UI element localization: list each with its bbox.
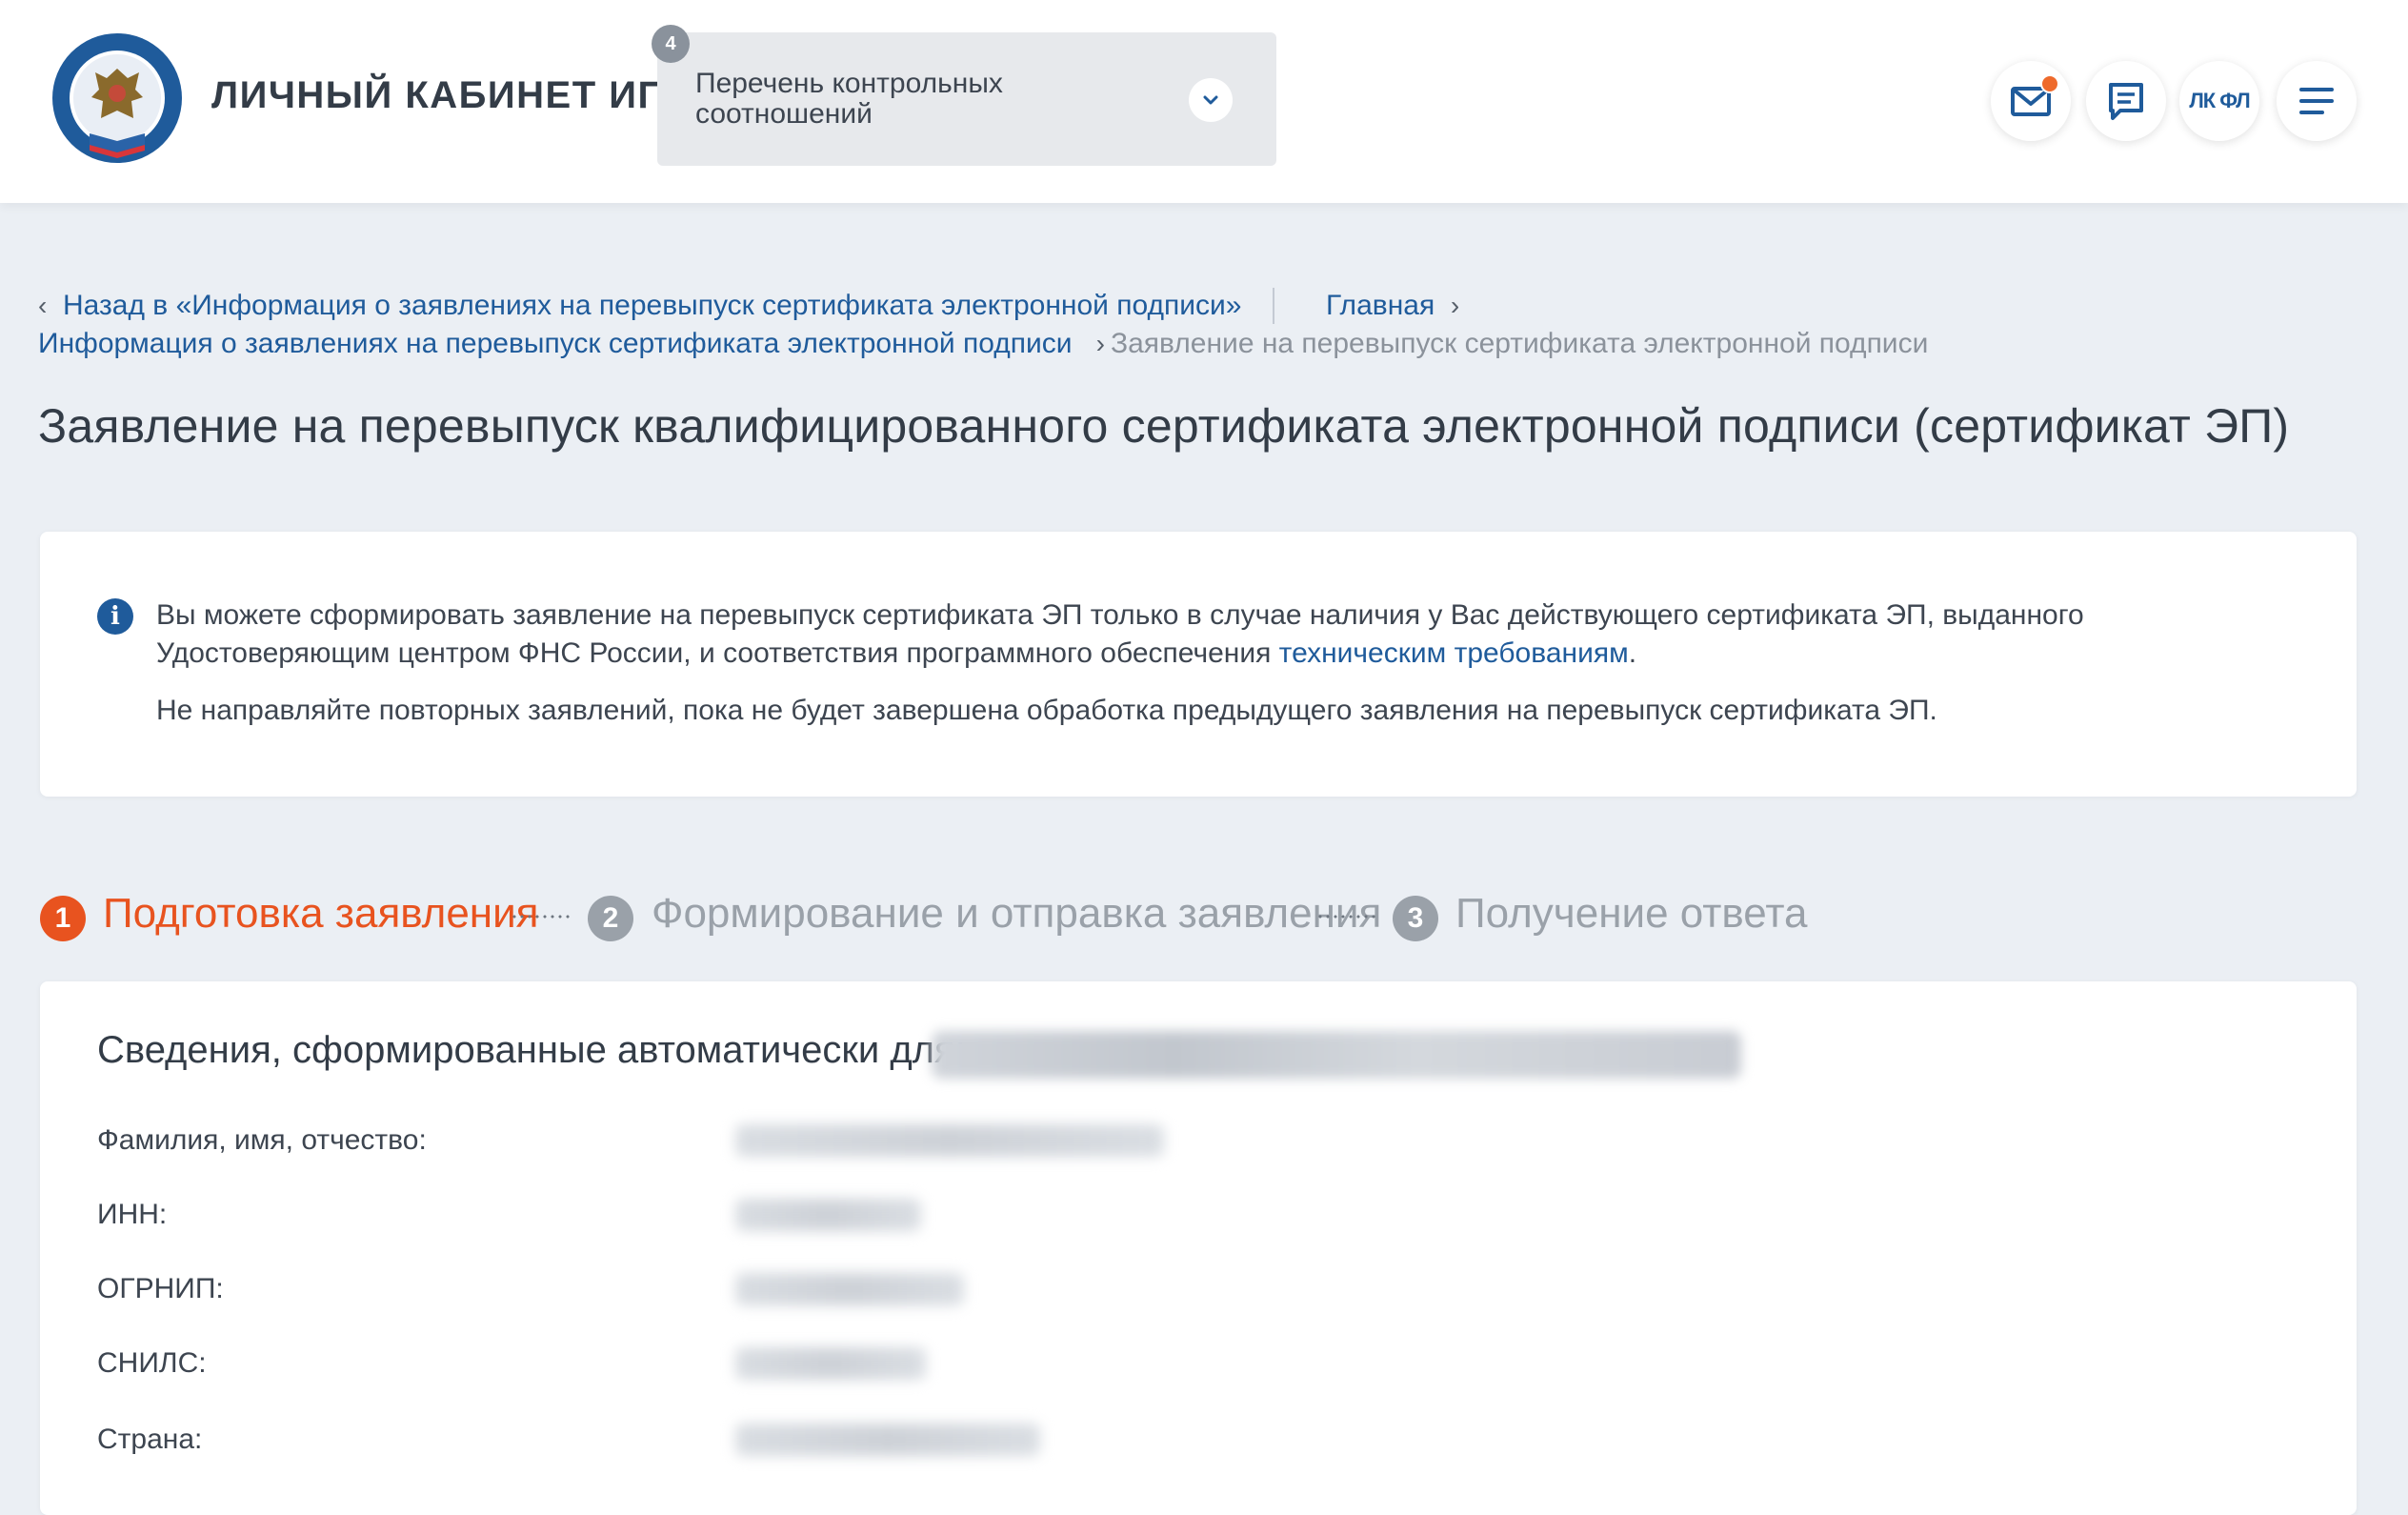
redacted-owner-name [932, 1031, 1741, 1079]
redacted-value-ogrnip [735, 1273, 964, 1305]
menu-button[interactable] [2277, 61, 2357, 141]
lk-fl-button[interactable]: ЛК ФЛ [2179, 61, 2259, 141]
step-connector [1316, 915, 1377, 919]
breadcrumb-home[interactable]: Главная › [1326, 290, 1459, 322]
back-link[interactable]: ‹ Назад в «Информация о заявлениях на пе… [38, 290, 1242, 322]
breadcrumb-parent[interactable]: Информация о заявлениях на перевыпуск се… [38, 328, 1105, 360]
field-label-country: Страна: [97, 1424, 203, 1455]
redacted-value-snils [735, 1347, 926, 1380]
step-2-label[interactable]: Формирование и отправка заявления [652, 890, 1381, 938]
dropdown-label: Перечень контрольных соотношений [695, 68, 1003, 130]
redacted-value-country [735, 1424, 1040, 1456]
messages-button[interactable] [2086, 61, 2166, 141]
chat-icon [2109, 83, 2143, 120]
step-connector [511, 915, 572, 919]
chevron-right-icon: › [1095, 329, 1105, 358]
info-text-1: Вы можете сформировать заявление на пере… [156, 596, 2318, 673]
info-text-1-end: . [1628, 637, 1637, 669]
hamburger-menu-icon [2299, 88, 2334, 114]
details-heading: Сведения, сформированные автоматически д… [97, 1029, 966, 1071]
info-text-2: Не направляйте повторных заявлений, пока… [156, 695, 1937, 726]
step-1-label[interactable]: Подготовка заявления [103, 890, 539, 938]
field-label-snils: СНИЛС: [97, 1347, 207, 1379]
step-2-number: 2 [588, 896, 633, 941]
redacted-value-inn [735, 1199, 921, 1231]
mail-button[interactable] [1991, 61, 2071, 141]
field-label-inn: ИНН: [97, 1199, 168, 1230]
tech-requirements-link[interactable]: техническим требованиям [1279, 637, 1629, 669]
step-3-number: 3 [1393, 896, 1438, 941]
breadcrumb-parent-label: Информация о заявлениях на перевыпуск се… [38, 328, 1073, 359]
dropdown-count-badge: 4 [652, 25, 690, 63]
top-header: ЛИЧНЫЙ КАБИНЕТ ИП 4 Перечень контрольных… [0, 0, 2408, 203]
back-link-label: Назад в «Информация о заявлениях на пере… [63, 290, 1242, 321]
page-title: Заявление на перевыпуск квалифицированно… [38, 399, 2290, 453]
notification-dot [2040, 74, 2059, 93]
breadcrumb-divider [1273, 288, 1274, 324]
redacted-value-fio [735, 1124, 1164, 1157]
chevron-left-icon: ‹ [38, 291, 48, 320]
app-title[interactable]: ЛИЧНЫЙ КАБИНЕТ ИП [211, 74, 667, 117]
lk-fl-label: ЛК ФЛ [2189, 89, 2250, 112]
field-label-ogrnip: ОГРНИП: [97, 1273, 224, 1304]
step-3-label[interactable]: Получение ответа [1455, 890, 1807, 938]
info-icon: i [97, 598, 133, 635]
fns-logo[interactable] [50, 30, 185, 166]
breadcrumb-home-label: Главная [1326, 290, 1435, 321]
chevron-down-icon[interactable] [1189, 78, 1233, 122]
field-label-fio: Фамилия, имя, отчество: [97, 1124, 427, 1156]
info-text-1-start: Вы можете сформировать заявление на пере… [156, 599, 2084, 669]
step-1-number: 1 [40, 896, 86, 941]
chevron-right-icon: › [1450, 291, 1460, 320]
breadcrumb-current: Заявление на перевыпуск сертификата элек… [1111, 328, 1929, 359]
control-ratios-dropdown[interactable]: 4 Перечень контрольных соотношений [652, 25, 1276, 166]
